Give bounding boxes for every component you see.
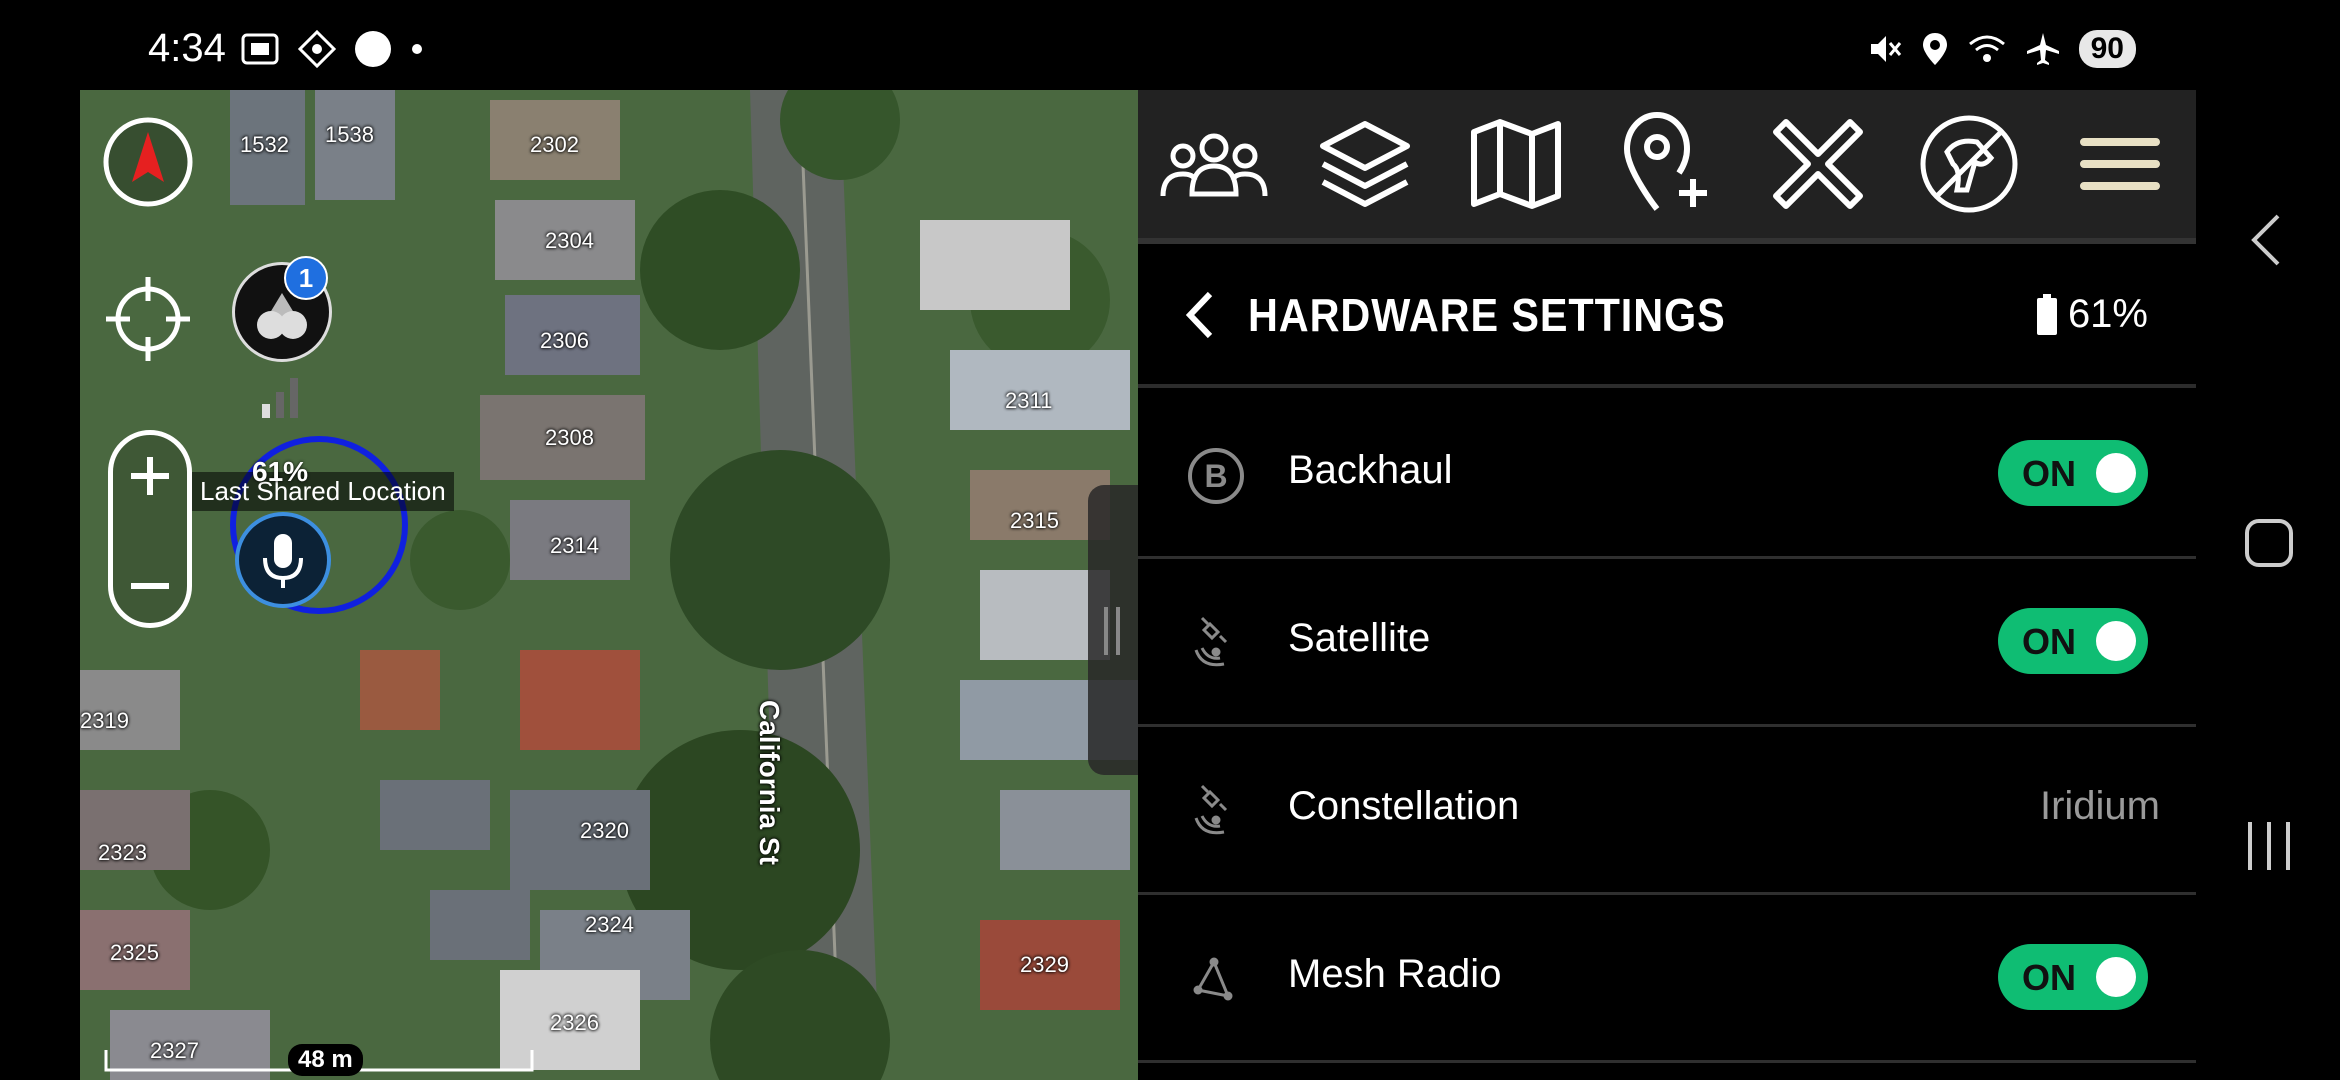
signal-strength-icon: [262, 378, 298, 418]
location-icon: [1922, 33, 1947, 65]
menu-icon: [2079, 138, 2160, 190]
status-time: 4:34: [148, 26, 226, 70]
setting-value: Iridium: [2039, 784, 2160, 828]
backhaul-toggle[interactable]: ON: [1998, 440, 2148, 506]
add-waypoint-button[interactable]: [1591, 90, 1742, 238]
street-label: California St: [754, 700, 785, 865]
settings-header: HARDWARE SETTINGS 61%: [1138, 238, 2196, 388]
wifi-icon: [1968, 35, 2005, 62]
toggle-knob: [2096, 621, 2136, 661]
map-button[interactable]: [1440, 90, 1591, 238]
recents-nav-icon[interactable]: [2244, 818, 2294, 874]
house-number: 2329: [1020, 952, 1069, 977]
close-button[interactable]: [1742, 90, 1893, 238]
airplane-icon: [2026, 33, 2059, 65]
house-number: 2304: [545, 228, 594, 253]
my-location-icon[interactable]: [102, 273, 194, 365]
house-number: 2319: [80, 708, 129, 733]
mesh-icon: [1193, 957, 1233, 1001]
device-battery: 61%: [2036, 292, 2148, 337]
team-icon: [1160, 133, 1267, 197]
house-number: 2323: [98, 840, 147, 865]
top-toolbar: [1138, 90, 2196, 238]
setting-label: Backhaul: [1288, 448, 1453, 492]
device-battery-label: 61%: [252, 456, 309, 487]
microphone-icon: [263, 534, 303, 588]
house-number: 2311: [1005, 388, 1053, 413]
house-number: 2315: [1010, 508, 1059, 533]
house-number: 2320: [580, 818, 629, 843]
scale-label: 48 m: [288, 1044, 363, 1076]
zoom-in-icon[interactable]: [127, 453, 173, 499]
setting-row-mesh-radio: Mesh Radio ON: [1138, 892, 2196, 1063]
layers-button[interactable]: [1289, 90, 1440, 238]
house-number: 2324: [585, 912, 634, 937]
battery-icon: [2036, 293, 2057, 335]
back-icon[interactable]: [1180, 290, 1220, 340]
setting-row-constellation[interactable]: Constellation Iridium: [1138, 724, 2196, 895]
house-number: 2314: [550, 533, 599, 558]
gps-tool-icon: [298, 30, 336, 68]
add-pin-icon: [1623, 111, 1707, 211]
back-nav-icon[interactable]: [2246, 212, 2286, 268]
zoom-control: [108, 430, 192, 628]
dog-tracker-button[interactable]: [1893, 90, 2044, 238]
satellite-toggle[interactable]: ON: [1998, 608, 2148, 674]
satellite-icon: [1194, 616, 1228, 667]
setting-label: Constellation: [1288, 784, 1520, 828]
menu-button[interactable]: [2044, 90, 2195, 238]
house-number: 2308: [545, 425, 594, 450]
zoom-out-icon[interactable]: [127, 563, 173, 609]
team-button[interactable]: [1138, 90, 1289, 238]
settings-panel: HARDWARE SETTINGS 61% B Backhaul ON Sate…: [1138, 90, 2196, 1080]
toggle-state: ON: [2022, 621, 2076, 662]
status-bar: 4:34 90: [0, 0, 2340, 92]
toggle-knob: [2096, 957, 2136, 997]
mesh-radio-toggle[interactable]: ON: [1998, 944, 2148, 1010]
close-icon: [1772, 119, 1863, 209]
dot-icon: [412, 44, 422, 54]
system-nav-bar: [2196, 0, 2340, 1080]
layers-icon: [1319, 121, 1410, 207]
backhaul-icon: B: [1188, 448, 1244, 504]
toggle-state: ON: [2022, 957, 2076, 998]
toggle-state: ON: [2022, 453, 2076, 494]
home-nav-icon[interactable]: [2244, 518, 2294, 568]
panel-drag-handle[interactable]: [1088, 485, 1138, 775]
setting-row-satellite: Satellite ON: [1138, 556, 2196, 727]
grip-icon: [1104, 607, 1120, 655]
push-to-talk-button[interactable]: [235, 512, 331, 608]
satellite-icon: [1194, 784, 1228, 835]
house-number: 1532: [240, 132, 289, 157]
page-title: HARDWARE SETTINGS: [1248, 289, 1726, 341]
compass-icon[interactable]: [102, 116, 194, 208]
svg-text:B: B: [1204, 458, 1227, 494]
setting-label: Satellite: [1288, 616, 1431, 660]
setting-row-backhaul: B Backhaul ON: [1138, 388, 2196, 559]
map-view[interactable]: 1532 1538 2302 2304 2306 2308 2311 2314 …: [80, 90, 1138, 1080]
circle-icon: [355, 31, 391, 67]
battery-indicator: 90: [2078, 30, 2136, 68]
house-number: 2306: [540, 328, 589, 353]
notification-badge: 1: [284, 256, 328, 300]
mute-icon: [1870, 36, 1901, 62]
screenshot-icon: [241, 33, 279, 65]
status-left-icons: [240, 30, 424, 68]
house-number: 2325: [110, 940, 159, 965]
house-number: 1538: [325, 122, 374, 147]
last-shared-location-label: Last Shared Location: [192, 472, 454, 511]
house-number: 2326: [550, 1010, 599, 1035]
dog-tracker-icon: [1920, 115, 2017, 213]
setting-label: Mesh Radio: [1288, 952, 1502, 996]
status-right-icons: 90: [1867, 30, 2136, 68]
house-number: 2302: [530, 132, 579, 157]
toggle-knob: [2096, 453, 2136, 493]
battery-percent: 61%: [2067, 292, 2148, 336]
map-icon: [1470, 119, 1561, 209]
